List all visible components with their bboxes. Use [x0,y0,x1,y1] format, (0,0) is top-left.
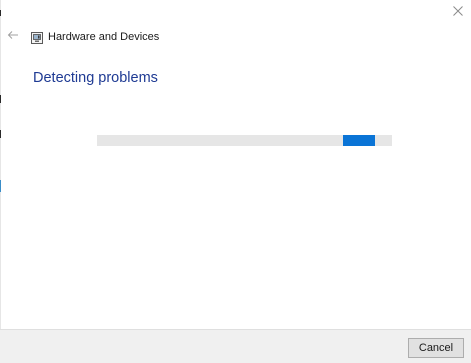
window-title: Hardware and Devices [48,31,160,43]
cancel-button[interactable]: Cancel [408,338,464,358]
back-button[interactable] [5,28,21,44]
edge-mark [0,180,1,192]
troubleshooter-window: Hardware and Devices Detecting problems … [0,0,471,363]
footer-bar: Cancel [0,329,471,363]
edge-mark [0,10,1,16]
window-header: Hardware and Devices [31,29,159,45]
progress-bar [97,135,392,146]
back-arrow-icon [7,27,19,45]
edge-mark [0,95,1,103]
page-title: Detecting problems [33,70,158,86]
window-left-edge [0,0,1,363]
edge-mark [0,130,1,138]
hardware-troubleshooter-icon [31,31,43,44]
close-button[interactable] [447,3,469,21]
close-icon [453,3,463,21]
progress-indicator [343,135,375,146]
